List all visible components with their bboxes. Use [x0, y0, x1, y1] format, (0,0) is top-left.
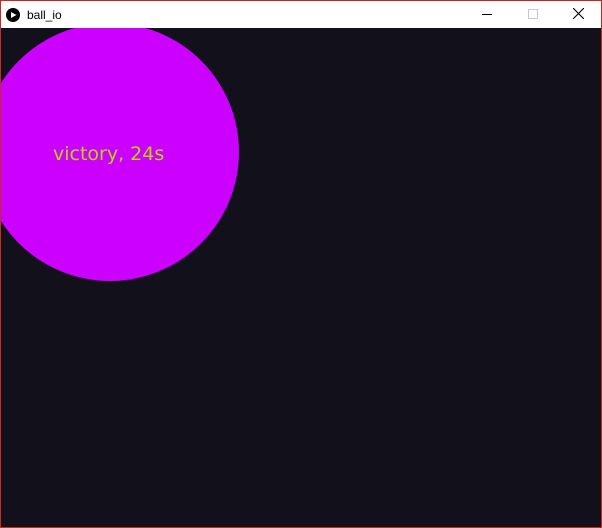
close-icon	[572, 6, 584, 24]
close-button[interactable]	[555, 1, 601, 28]
game-canvas[interactable]: victory, 24s	[1, 28, 601, 527]
game-status-text: victory, 24s	[53, 143, 165, 165]
maximize-icon	[528, 6, 538, 24]
window-title: ball_io	[27, 8, 62, 22]
minimize-button[interactable]	[464, 1, 510, 28]
title-bar[interactable]: ball_io	[1, 1, 601, 28]
maximize-button[interactable]	[510, 1, 556, 28]
play-circle-icon	[6, 8, 20, 22]
app-window: ball_io victory, 24s	[0, 0, 602, 528]
minimize-icon	[482, 6, 492, 24]
